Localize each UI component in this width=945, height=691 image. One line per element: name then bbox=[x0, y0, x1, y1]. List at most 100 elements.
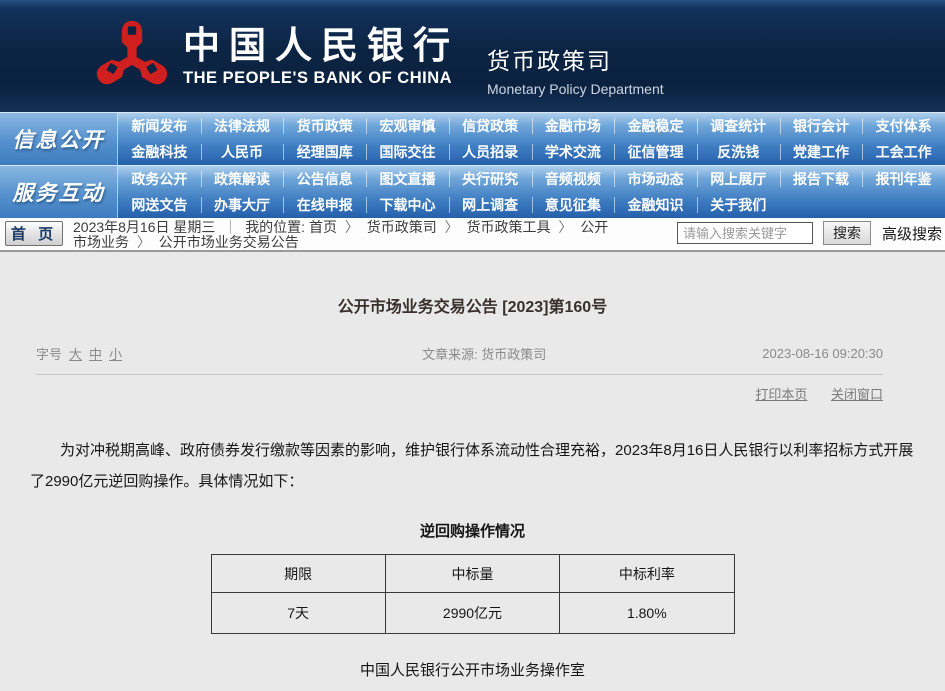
bank-name-block: 中国人民银行 THE PEOPLE'S BANK OF CHINA bbox=[183, 25, 459, 88]
nav-item-jinrongzhishi[interactable]: 金融知识 bbox=[614, 192, 697, 218]
nav-item-gonghuigongzuo[interactable]: 工会工作 bbox=[862, 139, 945, 165]
nav-rows-info: 新闻发布 法律法规 货币政策 宏观审慎 信贷政策 金融市场 金融稳定 调查统计 … bbox=[118, 113, 945, 165]
nav-item-guojijiaowang[interactable]: 国际交往 bbox=[366, 139, 449, 165]
nav-item-fanxiqian[interactable]: 反洗钱 bbox=[697, 139, 780, 165]
page-title: 公开市场业务交易公告 [2023]第160号 bbox=[0, 293, 945, 317]
nav-item-xueshujiaoliu[interactable]: 学术交流 bbox=[532, 139, 615, 165]
department-name-en: Monetary Policy Department bbox=[487, 81, 664, 97]
article-signature: 中国人民银行公开市场业务操作室 bbox=[0, 659, 945, 680]
nav-item-jinrongshichang[interactable]: 金融市场 bbox=[532, 113, 615, 139]
table-row: 7天 2990亿元 1.80% bbox=[211, 593, 734, 634]
nav-empty-cell bbox=[780, 192, 863, 218]
article-datetime: 2023-08-16 09:20:30 bbox=[762, 346, 883, 361]
article-source: 文章来源: 货币政策司 bbox=[422, 344, 546, 363]
breadcrumb-link-tools[interactable]: 货币政策工具 bbox=[467, 219, 551, 235]
home-button[interactable]: 首 页 bbox=[5, 221, 63, 246]
breadcrumb-link-dept[interactable]: 货币政策司 bbox=[367, 219, 437, 235]
nav-empty-cell bbox=[862, 192, 945, 218]
search-input[interactable] bbox=[677, 222, 813, 244]
nav-item-zhengcejiedu[interactable]: 政策解读 bbox=[201, 166, 284, 192]
nav-item-zhengxinguanli[interactable]: 征信管理 bbox=[614, 139, 697, 165]
font-size-large-link[interactable]: 大 bbox=[69, 344, 82, 363]
breadcrumb-separator: 〉 bbox=[133, 234, 155, 250]
nav-item-yijianzhengji[interactable]: 意见征集 bbox=[532, 192, 615, 218]
article-body-paragraph: 为对冲税期高峰、政府债券发行缴款等因素的影响，维护银行体系流动性合理充裕，202… bbox=[30, 435, 915, 497]
nav-group-label-service: 服务互动 bbox=[0, 166, 118, 218]
nav-item-wangshangdiaocha[interactable]: 网上调查 bbox=[449, 192, 532, 218]
article-meta-row: 字号 大 中 小 文章来源: 货币政策司 2023-08-16 09:20:30 bbox=[36, 344, 883, 375]
search-area: 搜索 高级搜索 bbox=[677, 221, 942, 245]
breadcrumb-separator: 〉 bbox=[441, 219, 463, 235]
nav-item-jinrongkeji[interactable]: 金融科技 bbox=[118, 139, 201, 165]
nav-block-service: 服务互动 政务公开 政策解读 公告信息 图文直播 央行研究 音频视频 市场动态 … bbox=[0, 165, 945, 218]
nav-item-xiazaizhongxin[interactable]: 下载中心 bbox=[366, 192, 449, 218]
table-header-rate: 中标利率 bbox=[560, 555, 734, 593]
font-size-medium-link[interactable]: 中 bbox=[89, 344, 102, 363]
nav-item-yinhangkuaiji[interactable]: 银行会计 bbox=[780, 113, 863, 139]
nav-item-shichangdongtai[interactable]: 市场动态 bbox=[614, 166, 697, 192]
font-size-small-link[interactable]: 小 bbox=[109, 344, 122, 363]
nav-item-hongguanshenshen[interactable]: 宏观审慎 bbox=[366, 113, 449, 139]
breadcrumb-location-label: 我的位置: bbox=[245, 219, 305, 235]
nav-item-gonggaoxinxi[interactable]: 公告信息 bbox=[283, 166, 366, 192]
nav-item-zhifutixi[interactable]: 支付体系 bbox=[862, 113, 945, 139]
nav-item-xindaizhengce[interactable]: 信贷政策 bbox=[449, 113, 532, 139]
table-header-volume: 中标量 bbox=[385, 555, 559, 593]
breadcrumb-pipe: ｜ bbox=[219, 219, 241, 235]
department-block: 货币政策司 Monetary Policy Department bbox=[487, 16, 664, 97]
print-page-link[interactable]: 打印本页 bbox=[755, 387, 807, 402]
advanced-search-link[interactable]: 高级搜索 bbox=[882, 223, 942, 244]
nav-item-renyuanzhaolu[interactable]: 人员招录 bbox=[449, 139, 532, 165]
nav-item-baokannianjian[interactable]: 报刊年鉴 bbox=[862, 166, 945, 192]
breadcrumb-date: 2023年8月16日 星期三 bbox=[73, 219, 215, 235]
article-content: 公开市场业务交易公告 [2023]第160号 字号 大 中 小 文章来源: 货币… bbox=[0, 252, 945, 691]
breadcrumb: 2023年8月16日 星期三 ｜ 我的位置: 首页 〉 货币政策司 〉 货币政策… bbox=[73, 220, 618, 250]
breadcrumb-separator: 〉 bbox=[554, 219, 576, 235]
nav-row: 网送文告 办事大厅 在线申报 下载中心 网上调查 意见征集 金融知识 关于我们 bbox=[118, 192, 945, 218]
nav-item-xinwenfabu[interactable]: 新闻发布 bbox=[118, 113, 201, 139]
nav-item-yinpinshipin[interactable]: 音频视频 bbox=[532, 166, 615, 192]
font-size-label: 字号 bbox=[36, 344, 62, 363]
bank-name-en: THE PEOPLE'S BANK OF CHINA bbox=[183, 69, 459, 88]
nav-block-info: 信息公开 新闻发布 法律法规 货币政策 宏观审慎 信贷政策 金融市场 金融稳定 … bbox=[0, 112, 945, 165]
nav-row: 新闻发布 法律法规 货币政策 宏观审慎 信贷政策 金融市场 金融稳定 调查统计 … bbox=[118, 113, 945, 139]
breadcrumb-bar: 首 页 2023年8月16日 星期三 ｜ 我的位置: 首页 〉 货币政策司 〉 … bbox=[0, 218, 945, 252]
table-title: 逆回购操作情况 bbox=[0, 520, 945, 541]
nav-item-zaixianshenbao[interactable]: 在线申报 bbox=[283, 192, 366, 218]
nav-item-wangsongwengao[interactable]: 网送文告 bbox=[118, 192, 201, 218]
font-size-control: 字号 大 中 小 bbox=[36, 344, 122, 363]
table-cell-term: 7天 bbox=[211, 593, 385, 634]
site-header: 中国人民银行 THE PEOPLE'S BANK OF CHINA 货币政策司 … bbox=[0, 0, 945, 112]
breadcrumb-link-announcement[interactable]: 公开市场业务交易公告 bbox=[159, 234, 299, 250]
table-header-row: 期限 中标量 中标利率 bbox=[211, 555, 734, 593]
nav-item-yanghangyanjiu[interactable]: 央行研究 bbox=[449, 166, 532, 192]
nav-item-zhengwugongkai[interactable]: 政务公开 bbox=[118, 166, 201, 192]
close-window-link[interactable]: 关闭窗口 bbox=[831, 387, 883, 402]
search-button[interactable]: 搜索 bbox=[823, 221, 871, 245]
table-cell-rate: 1.80% bbox=[560, 593, 734, 634]
bank-name-cn: 中国人民银行 bbox=[183, 25, 459, 65]
page-action-links: 打印本页 关闭窗口 bbox=[0, 384, 883, 403]
nav-item-diaochatongji[interactable]: 调查统计 bbox=[697, 113, 780, 139]
nav-row: 政务公开 政策解读 公告信息 图文直播 央行研究 音频视频 市场动态 网上展厅 … bbox=[118, 166, 945, 192]
breadcrumb-separator: 〉 bbox=[341, 219, 363, 235]
nav-item-jinrongwending[interactable]: 金融稳定 bbox=[614, 113, 697, 139]
nav-item-dangjiangongzuo[interactable]: 党建工作 bbox=[780, 139, 863, 165]
nav-item-falvfagui[interactable]: 法律法规 bbox=[201, 113, 284, 139]
repo-operation-table: 期限 中标量 中标利率 7天 2990亿元 1.80% bbox=[211, 554, 735, 634]
table-header-term: 期限 bbox=[211, 555, 385, 593]
nav-item-jingliguoku[interactable]: 经理国库 bbox=[283, 139, 366, 165]
nav-rows-service: 政务公开 政策解读 公告信息 图文直播 央行研究 音频视频 市场动态 网上展厅 … bbox=[118, 166, 945, 218]
nav-item-huobizhengce[interactable]: 货币政策 bbox=[283, 113, 366, 139]
nav-item-baogaoxiazai[interactable]: 报告下载 bbox=[780, 166, 863, 192]
nav-item-tuwenzhibo[interactable]: 图文直播 bbox=[366, 166, 449, 192]
table-cell-volume: 2990亿元 bbox=[385, 593, 559, 634]
breadcrumb-link-home[interactable]: 首页 bbox=[309, 219, 337, 235]
department-name-cn: 货币政策司 bbox=[487, 42, 664, 76]
nav-row: 金融科技 人民币 经理国库 国际交往 人员招录 学术交流 征信管理 反洗钱 党建… bbox=[118, 139, 945, 165]
pboc-logo-icon bbox=[95, 16, 169, 96]
nav-item-wangshangzhanting[interactable]: 网上展厅 bbox=[697, 166, 780, 192]
nav-item-guanyuwomen[interactable]: 关于我们 bbox=[697, 192, 780, 218]
nav-item-banshidating[interactable]: 办事大厅 bbox=[201, 192, 284, 218]
nav-item-renminbi[interactable]: 人民币 bbox=[201, 139, 284, 165]
